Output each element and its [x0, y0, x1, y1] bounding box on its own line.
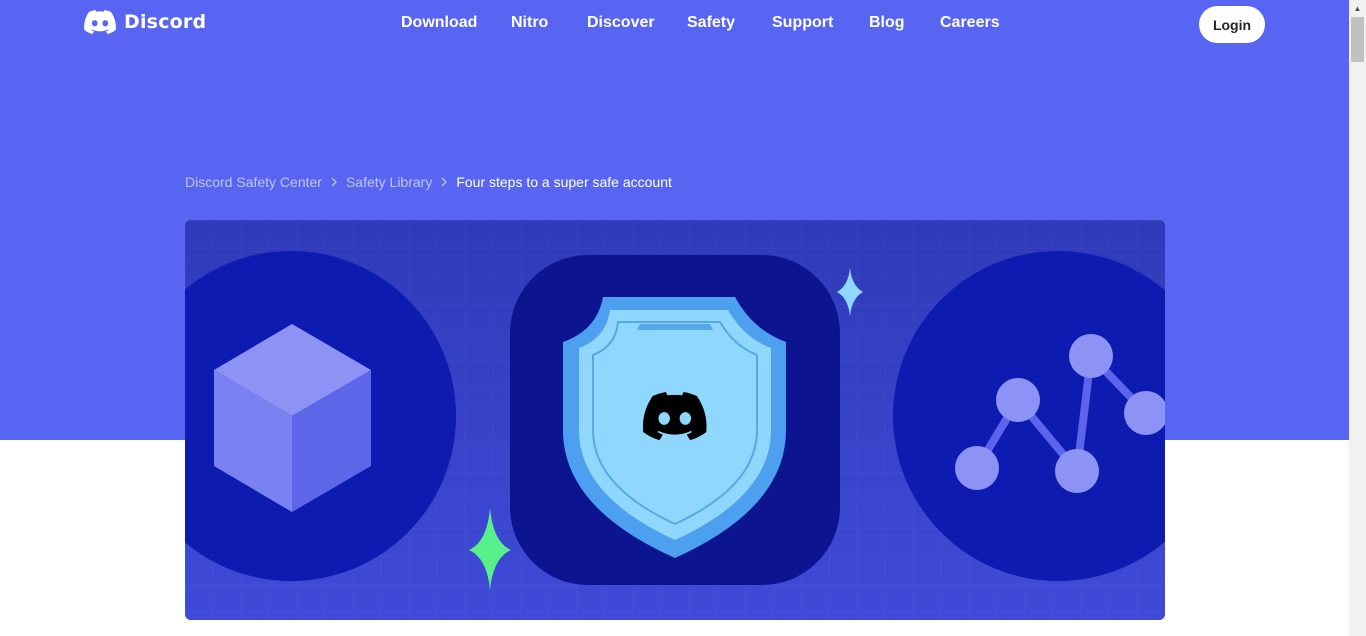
hero-banner-illustration	[185, 220, 1165, 620]
discord-logo-icon	[84, 10, 116, 34]
login-button[interactable]: Login	[1199, 6, 1265, 43]
nav-link-blog[interactable]: Blog	[869, 14, 905, 32]
discord-logo[interactable]: Discord	[84, 10, 206, 34]
nav-link-careers[interactable]: Careers	[940, 14, 1000, 32]
scroll-up-arrow-icon[interactable]: ▲	[1349, 0, 1366, 17]
nav-link-discover[interactable]: Discover	[587, 14, 655, 32]
breadcrumb: Discord Safety Center Safety Library Fou…	[185, 174, 672, 190]
chevron-right-icon	[432, 174, 456, 190]
banner-art	[185, 220, 1165, 620]
vertical-scrollbar[interactable]: ▲	[1349, 0, 1366, 636]
nav-link-nitro[interactable]: Nitro	[511, 14, 548, 32]
nav-link-safety[interactable]: Safety	[687, 14, 735, 32]
nav-link-support[interactable]: Support	[772, 14, 833, 32]
shield-icon	[510, 255, 840, 585]
breadcrumb-safety-library[interactable]: Safety Library	[346, 174, 432, 190]
scroll-thumb[interactable]	[1351, 17, 1364, 62]
nav-link-download[interactable]: Download	[401, 14, 477, 32]
top-nav: Discord Download Nitro Discover Safety S…	[0, 0, 1349, 50]
breadcrumb-safety-center[interactable]: Discord Safety Center	[185, 174, 322, 190]
logo-text: Discord	[124, 11, 207, 33]
breadcrumb-current: Four steps to a super safe account	[456, 174, 672, 190]
page: Discord Download Nitro Discover Safety S…	[0, 0, 1349, 636]
chevron-right-icon	[322, 174, 346, 190]
